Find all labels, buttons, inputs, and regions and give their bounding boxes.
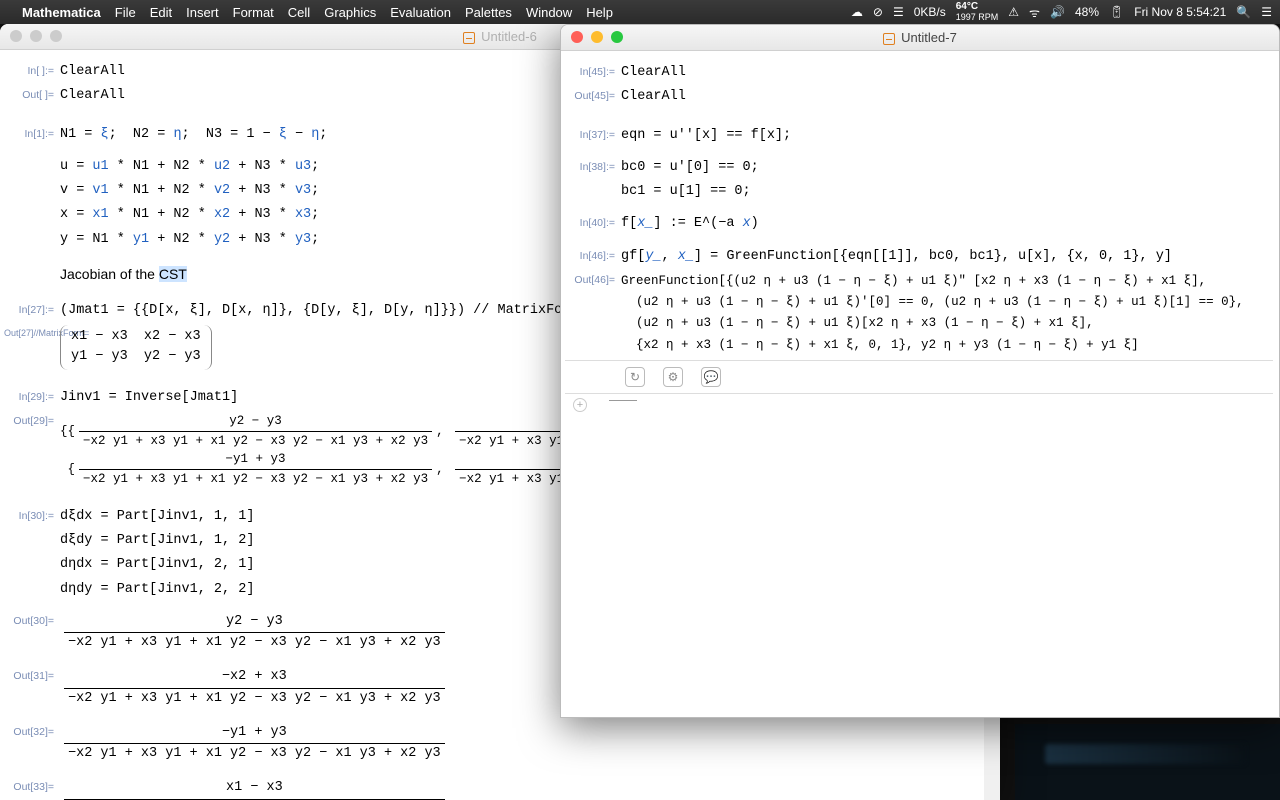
wifi-icon[interactable]: ᯤ bbox=[1029, 4, 1040, 21]
control-center-icon[interactable]: ☰ bbox=[1261, 5, 1272, 19]
cell-label: In[38]:= bbox=[565, 158, 621, 173]
output-cell: GreenFunction[{(u2 η + u3 (1 − η − ξ) + … bbox=[621, 271, 1244, 356]
output-cell: −y1 + y3−x2 y1 + x3 y1 + x1 y2 − x3 y2 −… bbox=[60, 723, 449, 765]
menu-format[interactable]: Format bbox=[233, 5, 274, 20]
close-icon[interactable] bbox=[571, 31, 583, 43]
cell-label: Out[33]= bbox=[4, 778, 60, 793]
zoom-icon[interactable] bbox=[611, 31, 623, 43]
output-cell: y2 − y3−x2 y1 + x3 y1 + x1 y2 − x3 y2 − … bbox=[60, 612, 449, 654]
output-cell: −x2 + x3−x2 y1 + x3 y1 + x1 y2 − x3 y2 −… bbox=[60, 667, 449, 709]
cell-label: Out[31]= bbox=[4, 667, 60, 682]
input-cell[interactable]: u = u1 * N1 + N2 * u2 + N3 * u3; bbox=[60, 157, 319, 177]
output-cell: ClearAll bbox=[60, 86, 125, 106]
input-cell[interactable]: y = N1 * y1 + N2 * y2 + N3 * y3; bbox=[60, 230, 319, 250]
cell-label: In[30]:= bbox=[4, 507, 60, 522]
weather-icon[interactable]: ☁︎ bbox=[851, 5, 863, 19]
input-cell[interactable]: dξdx = Part[Jinv1, 1, 1] bbox=[60, 507, 254, 527]
temp-status[interactable]: 64°C1997 RPM bbox=[956, 2, 999, 22]
cell-label: In[ ]:= bbox=[4, 62, 60, 77]
background-window bbox=[1015, 724, 1280, 800]
output-cell: x1 − x3 x2 − x3 y1 − y3 y2 − y3 bbox=[60, 325, 212, 370]
battery-icon[interactable]: 🔋︎ bbox=[1109, 5, 1124, 19]
spotlight-icon[interactable]: 🔍 bbox=[1236, 5, 1251, 19]
input-cell[interactable]: bc1 = u[1] == 0; bbox=[621, 182, 751, 202]
dnd-icon[interactable]: ⊘ bbox=[873, 5, 883, 19]
cell-label: In[40]:= bbox=[565, 214, 621, 229]
input-cell[interactable]: Jinv1 = Inverse[Jmat1] bbox=[60, 388, 238, 408]
app-menu[interactable]: Mathematica bbox=[22, 5, 101, 20]
output-cell: x1 − x3−x2 y1 + x3 y1 + x1 y2 − x3 y2 − … bbox=[60, 778, 449, 800]
menu-palettes[interactable]: Palettes bbox=[465, 5, 512, 20]
menu-window[interactable]: Window bbox=[526, 5, 572, 20]
input-cell[interactable]: dξdy = Part[Jinv1, 1, 2] bbox=[60, 531, 254, 551]
volume-icon[interactable]: 🔊 bbox=[1050, 5, 1065, 19]
input-cell[interactable]: N1 = ξ; N2 = η; N3 = 1 − ξ − η; bbox=[60, 125, 327, 145]
cell-label: Out[46]= bbox=[565, 271, 621, 286]
add-cell-button[interactable]: + bbox=[573, 398, 587, 412]
window-title: Untitled-6 bbox=[481, 29, 537, 44]
cell-label: In[37]:= bbox=[565, 126, 621, 141]
input-cell[interactable]: eqn = u''[x] == f[x]; bbox=[621, 126, 791, 146]
window-title: Untitled-7 bbox=[901, 30, 957, 45]
clock[interactable]: Fri Nov 8 5:54:21 bbox=[1134, 5, 1226, 19]
input-cell[interactable]: dηdy = Part[Jinv1, 2, 2] bbox=[60, 580, 254, 600]
notebook-icon bbox=[463, 32, 475, 44]
traffic-lights[interactable] bbox=[10, 30, 62, 42]
cell-label: In[27]:= bbox=[4, 301, 60, 316]
gear-icon[interactable]: ⚙ bbox=[663, 367, 683, 387]
menu-evaluation[interactable]: Evaluation bbox=[390, 5, 451, 20]
cell-label: In[29]:= bbox=[4, 388, 60, 403]
cell-label: Out[29]= bbox=[4, 412, 60, 427]
suggestion-bar: ↻ ⚙ 💬 bbox=[565, 360, 1273, 394]
net-speed: 0KB/s bbox=[914, 5, 946, 19]
input-cell[interactable]: bc0 = u'[0] == 0; bbox=[621, 158, 759, 178]
menu-file[interactable]: File bbox=[115, 5, 136, 20]
desktop: Untitled-6 In[ ]:= ClearAll Out[ ]= Clea… bbox=[0, 24, 1280, 800]
titlebar[interactable]: Untitled-7 bbox=[561, 25, 1279, 51]
sync-icon[interactable]: ☰ bbox=[893, 5, 904, 19]
output-cell: ClearAll bbox=[621, 87, 686, 107]
input-cell[interactable]: gf[y_, x_] = GreenFunction[{eqn[[1]], bc… bbox=[621, 247, 1172, 267]
notebook-icon bbox=[883, 33, 895, 45]
cell-label: Out[27]//MatrixForm= bbox=[4, 325, 60, 338]
cell-label: In[46]:= bbox=[565, 247, 621, 262]
traffic-lights[interactable] bbox=[571, 31, 623, 43]
input-cell[interactable]: ClearAll bbox=[60, 62, 125, 82]
cell-label: Out[45]= bbox=[565, 87, 621, 102]
menu-graphics[interactable]: Graphics bbox=[324, 5, 376, 20]
input-cell[interactable]: f[x_] := E^(−a x) bbox=[621, 214, 759, 234]
cell-label: In[1]:= bbox=[4, 125, 60, 140]
comment-icon[interactable]: 💬 bbox=[701, 367, 721, 387]
notebook-body[interactable]: In[45]:= ClearAll Out[45]= ClearAll In[3… bbox=[561, 51, 1279, 717]
cell-label: Out[32]= bbox=[4, 723, 60, 738]
battery-percent: 48% bbox=[1075, 5, 1099, 19]
input-cell[interactable]: ClearAll bbox=[621, 63, 686, 83]
text-cell[interactable]: Jacobian of the CST bbox=[60, 264, 187, 285]
input-cell[interactable]: (Jmat1 = {{D[x, ξ], D[x, η]}, {D[y, ξ], … bbox=[60, 301, 578, 321]
wifi-icon[interactable]: ⚠︎ bbox=[1008, 5, 1019, 19]
cell-label: Out[30]= bbox=[4, 612, 60, 627]
input-cell[interactable]: v = v1 * N1 + N2 * v2 + N3 * v3; bbox=[60, 181, 319, 201]
menu-edit[interactable]: Edit bbox=[150, 5, 172, 20]
cell-label: In[45]:= bbox=[565, 63, 621, 78]
window-untitled-7[interactable]: Untitled-7 In[45]:= ClearAll Out[45]= Cl… bbox=[560, 24, 1280, 718]
refresh-icon[interactable]: ↻ bbox=[625, 367, 645, 387]
input-cell[interactable]: dηdx = Part[Jinv1, 2, 1] bbox=[60, 555, 254, 575]
input-cell[interactable]: x = x1 * N1 + N2 * x2 + N3 * x3; bbox=[60, 205, 319, 225]
minimize-icon[interactable] bbox=[591, 31, 603, 43]
menubar: Mathematica File Edit Insert Format Cell… bbox=[0, 0, 1280, 24]
menu-insert[interactable]: Insert bbox=[186, 5, 219, 20]
menu-cell[interactable]: Cell bbox=[288, 5, 310, 20]
menu-help[interactable]: Help bbox=[586, 5, 613, 20]
cell-label: Out[ ]= bbox=[4, 86, 60, 101]
